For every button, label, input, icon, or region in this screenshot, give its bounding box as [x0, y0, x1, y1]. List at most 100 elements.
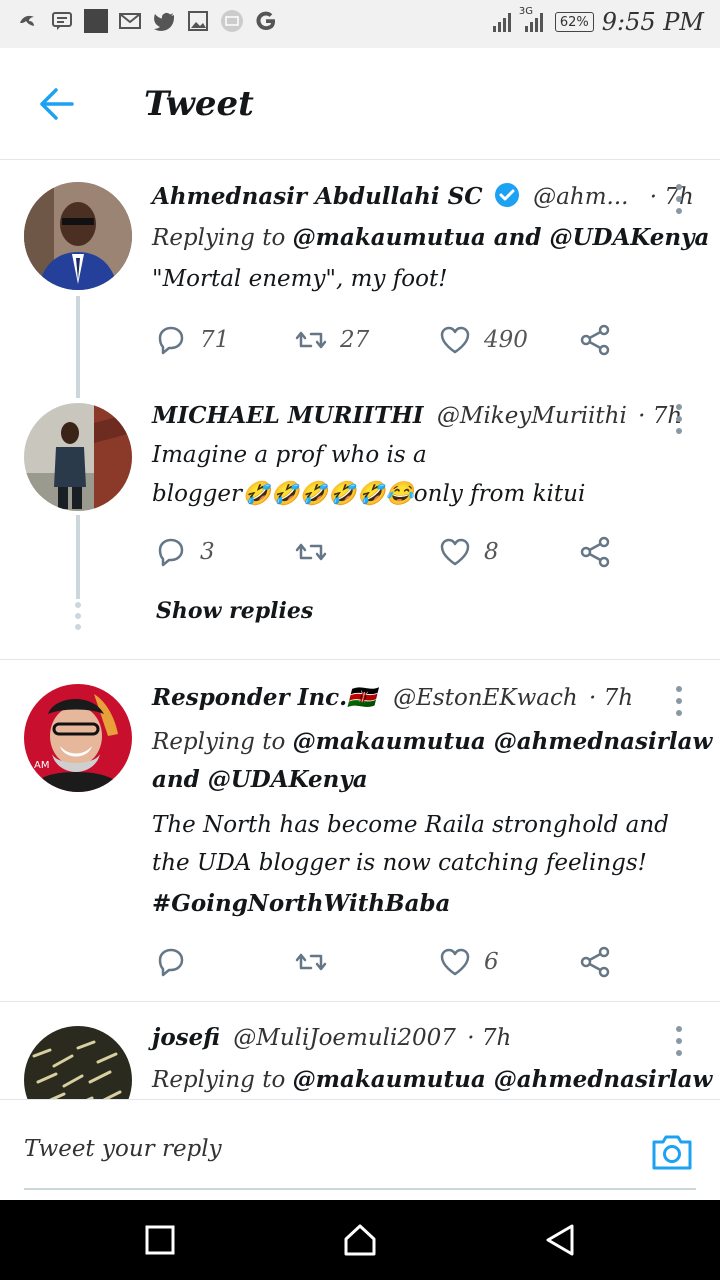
replying-to: Replying to @makaumutua and @UDAKenya [152, 224, 709, 251]
camera-icon[interactable] [650, 1130, 694, 1172]
like-action[interactable]: 490 [438, 320, 528, 360]
thread-line [76, 515, 80, 599]
app-header: Tweet [0, 48, 720, 160]
network-label: 3G [518, 6, 533, 17]
share-action[interactable] [578, 942, 612, 982]
image-icon [186, 9, 210, 33]
battery-level: 62% [559, 14, 589, 30]
bird-icon [16, 9, 40, 33]
status-bar: 3G 62% 9:55 PM [0, 0, 720, 48]
tweet-text-line: The North has become Raila stronghold an… [152, 812, 669, 838]
avatar[interactable] [24, 182, 132, 290]
gmail-icon [118, 9, 142, 33]
message-icon [50, 9, 74, 33]
tweet-actions: 6 [154, 942, 624, 982]
like-count: 490 [484, 327, 528, 353]
retweet-action[interactable] [294, 532, 328, 572]
tweet-header: Responder Inc.🇰🇪 @EstonEKwach · 7h [152, 684, 633, 711]
replying-label: Replying to [152, 225, 286, 251]
tweet-time: · 7h [467, 1025, 512, 1051]
show-replies-link[interactable]: Show replies [156, 598, 313, 624]
tweet-time: · 7h [649, 184, 694, 210]
more-options-icon[interactable] [676, 184, 684, 220]
reply-composer[interactable]: Tweet your reply [0, 1099, 720, 1200]
tweet-text-line: the UDA blogger is now catching feelings… [152, 850, 647, 876]
like-count: 8 [484, 539, 499, 565]
avatar[interactable]: AM [24, 684, 132, 792]
tweet-text-line: blogger🤣🤣🤣🤣🤣😂only from kitui [152, 481, 586, 507]
author-handle[interactable]: @MuliJoemuli2007 [233, 1025, 456, 1051]
author-name[interactable]: Ahmednasir Abdullahi SC [152, 183, 483, 210]
more-options-icon[interactable] [676, 404, 684, 440]
svg-text:AM: AM [34, 760, 49, 771]
retweet-icon [295, 331, 327, 349]
tweet-1[interactable]: Ahmednasir Abdullahi SC @ahm... · 7h Rep… [0, 160, 720, 660]
reply-action[interactable]: 71 [154, 320, 229, 360]
share-icon [580, 536, 610, 568]
author-handle[interactable]: @MikeyMuriithi [437, 403, 627, 429]
tweet-actions: 3 8 [154, 532, 624, 572]
google-icon [254, 9, 278, 33]
back-triangle-icon[interactable] [542, 1222, 578, 1258]
replying-to: Replying to @makaumutua @ahmednasirlaw [152, 1066, 712, 1093]
heart-icon [440, 538, 470, 566]
avatar[interactable] [24, 1026, 132, 1099]
avatar[interactable] [24, 403, 132, 511]
tweet-text: "Mortal enemy", my foot! [152, 266, 448, 292]
like-action[interactable]: 8 [438, 532, 499, 572]
share-icon [580, 324, 610, 356]
tweet-actions: 71 27 490 [154, 320, 624, 360]
reply-count: 3 [200, 539, 215, 565]
tweet-text-line: Imagine a prof who is a [152, 442, 427, 468]
replying-label: Replying to [152, 1067, 286, 1093]
tweet-4[interactable]: josefi @MuliJoemuli2007 · 7h Replying to… [0, 1002, 720, 1099]
like-count: 6 [484, 949, 499, 975]
reply-action[interactable] [154, 942, 188, 982]
replying-mentions[interactable]: @makaumutua @ahmednasirlaw [293, 1066, 713, 1093]
share-action[interactable] [578, 532, 612, 572]
hashtag-link[interactable]: #GoingNorthWithBaba [152, 890, 450, 917]
tweet-time: · 7h [589, 685, 634, 711]
author-handle[interactable]: @ahm... [533, 184, 628, 210]
replying-mentions[interactable]: @makaumutua @ahmednasirlaw [293, 728, 713, 755]
reply-icon [158, 326, 184, 355]
square-icon [84, 9, 108, 33]
author-name[interactable]: josefi [152, 1024, 220, 1051]
arrow-left-icon[interactable] [34, 86, 78, 122]
page-title: Tweet [144, 84, 254, 124]
reply-count: 71 [200, 327, 230, 353]
mail-circle-icon [220, 9, 244, 33]
system-nav-bar [0, 1200, 720, 1280]
tweet-3[interactable]: AM Responder Inc.🇰🇪 @EstonEKwach · 7h Re… [0, 660, 720, 1000]
heart-icon [440, 326, 470, 354]
more-options-icon[interactable] [676, 1026, 684, 1062]
retweet-action[interactable]: 27 [294, 320, 369, 360]
reply-input-underline [24, 1188, 696, 1190]
author-name[interactable]: Responder Inc.🇰🇪 [152, 684, 376, 711]
heart-icon [440, 948, 470, 976]
replying-mentions-line2[interactable]: and @UDAKenya [152, 766, 368, 793]
retweet-action[interactable] [294, 942, 328, 982]
clock: 9:55 PM [601, 8, 704, 36]
author-handle[interactable]: @EstonEKwach [393, 685, 578, 711]
signal-icon [491, 10, 515, 34]
tweet-header: Ahmednasir Abdullahi SC @ahm... · 7h [152, 182, 694, 214]
recents-square-icon[interactable] [142, 1222, 178, 1258]
home-icon[interactable] [342, 1222, 378, 1258]
twitter-icon [152, 9, 176, 33]
replying-label: Replying to [152, 729, 286, 755]
share-action[interactable] [578, 320, 612, 360]
like-action[interactable]: 6 [438, 942, 499, 982]
replying-to: Replying to @makaumutua @ahmednasirlaw [152, 728, 712, 755]
author-name[interactable]: MICHAEL MURIITHI [152, 402, 424, 429]
status-right: 3G 62% 9:55 PM [491, 6, 704, 36]
reply-icon [158, 538, 184, 567]
retweet-count: 27 [340, 327, 370, 353]
more-options-icon[interactable] [676, 686, 684, 722]
replying-mentions[interactable]: @makaumutua and @UDAKenya [293, 224, 710, 251]
signal-3g-icon: 3G [519, 6, 547, 34]
reply-action[interactable]: 3 [154, 532, 215, 572]
tweet-header: MICHAEL MURIITHI @MikeyMuriithi · 7h [152, 402, 682, 429]
reply-input[interactable]: Tweet your reply [24, 1136, 222, 1162]
battery-indicator: 62% [554, 12, 594, 32]
